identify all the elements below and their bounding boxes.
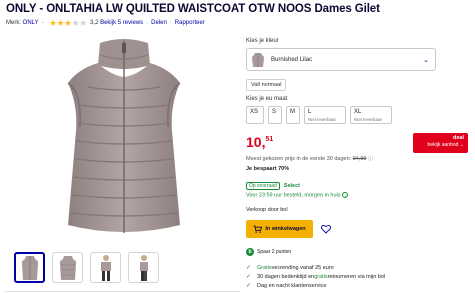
thumbnail-1[interactable] <box>14 252 45 283</box>
list-item: ✓ Dag en nacht klantenservice <box>246 281 385 290</box>
rating-value: 3,2 <box>90 20 99 26</box>
select-badge[interactable]: Select <box>284 183 300 189</box>
size-label: Kies je eu maat <box>246 96 288 102</box>
lowest-price-value: 34,99 <box>352 156 367 162</box>
color-label: Kies je kleur <box>246 38 279 44</box>
price-whole: 10, <box>246 134 266 150</box>
info-icon[interactable]: ⓘ <box>368 156 373 162</box>
vest-thumbnail-icon <box>21 255 38 280</box>
wishlist-heart-icon[interactable] <box>321 224 331 234</box>
chevron-down-icon: ⌄ <box>459 142 464 148</box>
color-swatch-icon <box>252 52 264 67</box>
star-icon <box>57 19 64 26</box>
list-item: ✓ Gratis verzending vanaf 25 euro <box>246 263 385 272</box>
loyalty-points: b Spaar 2 punten <box>246 248 291 256</box>
color-dropdown[interactable]: Burnished Lilac ⌄ <box>246 48 436 71</box>
size-option-xs[interactable]: XS <box>246 106 264 124</box>
usp-highlight: Gratis <box>257 264 272 271</box>
delivery-text: Voor 23:59 uur besteld, morgen in huis <box>246 192 341 199</box>
scrollbar-track <box>5 291 240 292</box>
product-title: ONLY - ONLTAHIA LW QUILTED WAISTCOAT OTW… <box>6 3 380 15</box>
stock-status: Op voorraad Select <box>246 181 300 190</box>
deal-subtitle: bekijk aanbod <box>427 142 459 148</box>
saving-text: Je bespaart 70% <box>246 166 290 172</box>
deal-title: deal <box>452 135 464 141</box>
usp-text: retourneren via mijn bol <box>327 273 386 280</box>
delivery-info: Voor 23:59 uur besteld, morgen in huis i <box>246 192 349 199</box>
size-option-label: XL <box>354 109 362 115</box>
size-option-label: XS <box>250 109 259 115</box>
separator: - <box>41 20 44 26</box>
seller-info: Verkoop door bol <box>246 207 288 213</box>
usp-text: Dag en nacht klantenservice <box>257 282 327 289</box>
star-icon <box>49 19 57 26</box>
points-text: Spaar 2 punten <box>257 249 292 255</box>
size-unavailable-note: Niet leverbaar <box>308 116 337 122</box>
thumbnail-3[interactable] <box>90 252 121 283</box>
vest-back-thumbnail-icon <box>59 255 76 280</box>
lowest-price-note: Meest gekozen prijs in de eerste 30 dage… <box>246 155 373 162</box>
star-icon <box>64 19 72 26</box>
product-main-image[interactable] <box>38 35 210 243</box>
thumbnail-4[interactable] <box>128 252 159 283</box>
list-item: ✓ 30 dagen bedenktijd en gratis retourner… <box>246 272 385 281</box>
chevron-down-icon: ⌄ <box>423 56 429 64</box>
size-option-label: S <box>272 109 277 115</box>
size-option-label: M <box>290 109 295 115</box>
model-side-thumbnail-icon <box>139 254 148 281</box>
usp-text: verzending vanaf 25 euro <box>271 264 334 271</box>
cart-icon <box>253 225 263 233</box>
star-icon <box>79 19 87 26</box>
color-selected: Burnished Lilac <box>271 56 313 63</box>
size-unavailable-note: Niet leverbaar <box>354 116 383 122</box>
usp-text: 30 dagen bedenktijd en <box>257 273 315 280</box>
price: 10,51 <box>246 134 273 150</box>
model-thumbnail-icon <box>100 254 111 281</box>
usp-highlight: gratis <box>314 273 328 280</box>
brand-label: Merk: <box>6 20 21 26</box>
thumbnail-2[interactable] <box>52 252 83 283</box>
add-to-cart-label: In winkelwagen <box>265 226 306 232</box>
size-option-label: L <box>308 109 312 115</box>
price-cents: 51 <box>265 136 274 143</box>
size-option-s[interactable]: S <box>268 106 282 124</box>
usp-list: ✓ Gratis verzending vanaf 25 euro ✓ 30 dag… <box>246 263 385 290</box>
rating-stars <box>49 19 88 27</box>
star-icon <box>72 19 79 26</box>
size-option-m[interactable]: M <box>286 106 300 124</box>
reviews-link[interactable]: Bekijk 5 reviews <box>100 20 143 26</box>
fit-badge[interactable]: Valt normaal <box>246 79 287 91</box>
deal-badge[interactable]: deal bekijk aanbod ⌄ <box>413 133 468 153</box>
size-option-xl[interactable]: XL Niet leverbaar <box>350 106 392 124</box>
size-options: XS S M L Niet leverbaar XL Niet leverbaar <box>246 106 392 124</box>
thumbnail-strip <box>14 252 159 283</box>
separator: · <box>146 20 149 26</box>
check-icon: ✓ <box>246 274 252 280</box>
lowest-price-text: Meest gekozen prijs in de eerste 30 dage… <box>246 156 352 162</box>
brand-link[interactable]: ONLY <box>23 20 39 26</box>
report-link[interactable]: Rapporteer <box>175 20 205 26</box>
points-coin-icon: b <box>246 248 254 256</box>
size-option-l[interactable]: L Niet leverbaar <box>304 106 346 124</box>
in-stock-badge: Op voorraad <box>246 181 280 190</box>
separator: · <box>169 20 172 26</box>
info-icon[interactable]: i <box>342 192 349 198</box>
check-icon: ✓ <box>246 265 252 271</box>
add-to-cart-button[interactable]: In winkelwagen <box>246 220 313 238</box>
share-link[interactable]: Delen <box>151 20 167 26</box>
check-icon: ✓ <box>246 283 252 289</box>
product-meta: Merk: ONLY - 3,2 Bekijk 5 reviews · Dele… <box>6 18 205 28</box>
